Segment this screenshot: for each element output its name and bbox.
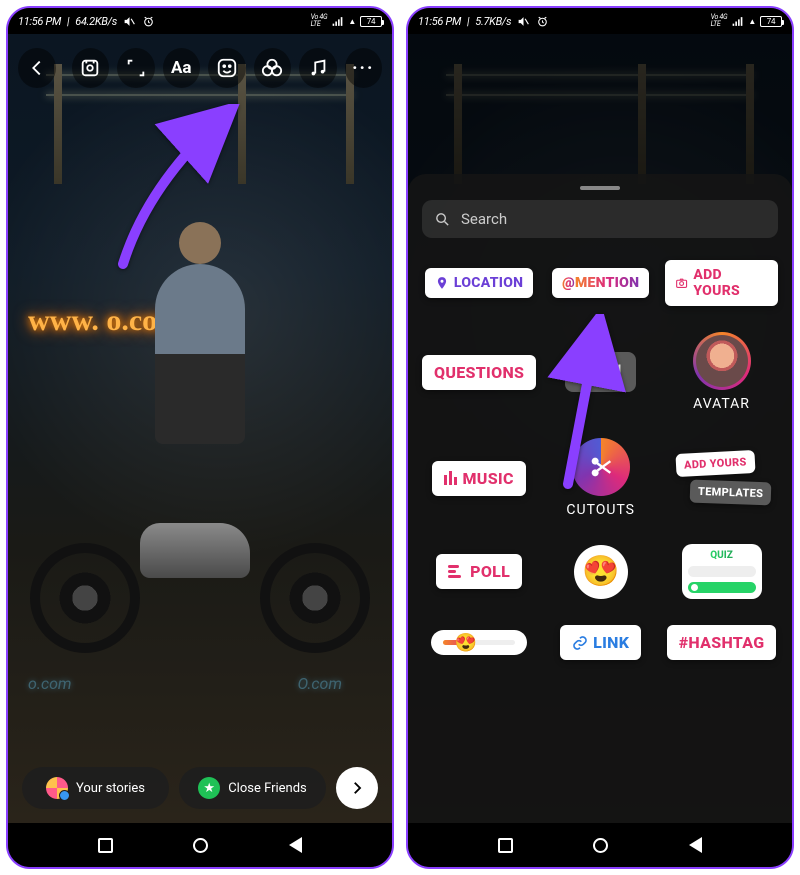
recent-apps-button[interactable] [98, 838, 113, 853]
editor-toolbar: Aa ··· [18, 48, 382, 88]
story-canvas[interactable]: www. o.com o.com O.com Aa [8, 34, 392, 823]
your-stories-button[interactable]: Your stories [22, 767, 169, 809]
story-photo: www. o.com o.com O.com [8, 34, 392, 823]
scissors-icon [572, 438, 630, 496]
your-stories-label: Your stories [76, 781, 145, 796]
search-icon [434, 211, 451, 228]
heart-eyes-emoji-icon: 😍 [454, 632, 476, 653]
effects-button[interactable] [254, 48, 292, 88]
story-avatar-icon [46, 777, 68, 799]
reflection-text: O.com [297, 674, 342, 693]
sticker-poll[interactable]: POLL [436, 554, 522, 589]
sticker-music[interactable]: MUSIC [432, 461, 525, 496]
avatar-icon [693, 332, 751, 390]
back-button[interactable] [18, 48, 56, 88]
android-nav-bar [8, 823, 392, 867]
text-button[interactable]: Aa [163, 48, 201, 88]
poll-bars-icon [448, 565, 461, 578]
alarm-icon [142, 15, 155, 28]
link-icon [572, 635, 588, 651]
status-bar: 11:56 PM | 5.7KB/s Vo 4GLTE ▲ 74 [408, 8, 792, 34]
sticker-quiz[interactable]: QUIZ [682, 544, 762, 599]
sticker-cutouts[interactable]: CUTOUTS [566, 438, 635, 518]
boomerang-button[interactable] [72, 48, 110, 88]
sticker-emoji[interactable]: 😍 [574, 545, 628, 599]
sticker-grid: LOCATION @MENTION ADD YOURS QUESTIONS GI [422, 260, 778, 660]
more-button[interactable]: ··· [345, 48, 383, 88]
sticker-avatar[interactable]: AVATAR [693, 332, 751, 412]
sticker-search[interactable]: Search [422, 200, 778, 238]
home-button[interactable] [193, 838, 208, 853]
android-nav-bar [408, 823, 792, 867]
story-canvas-dimmed: Search LOCATION @MENTION ADD YOURS QUEST… [408, 34, 792, 823]
next-button[interactable] [336, 767, 378, 809]
battery-indicator: 74 [360, 16, 382, 27]
status-net-speed: 5.7KB/s [475, 15, 511, 28]
status-time: 11:56 PM [18, 15, 61, 28]
close-friends-label: Close Friends [228, 781, 307, 796]
status-time: 11:56 PM [418, 15, 461, 28]
recent-apps-button[interactable] [498, 838, 513, 853]
sticker-link[interactable]: LINK [560, 625, 641, 660]
close-friends-button[interactable]: ★ Close Friends [179, 767, 326, 809]
status-net-speed: 64.2KB/s [75, 15, 117, 28]
mute-icon [123, 15, 136, 28]
heart-eyes-emoji-icon: 😍 [582, 554, 619, 589]
pin-icon [435, 276, 449, 290]
share-bar: Your stories ★ Close Friends [22, 767, 378, 809]
person-silhouette [155, 264, 245, 444]
sticker-tray[interactable]: Search LOCATION @MENTION ADD YOURS QUEST… [408, 174, 792, 823]
home-button[interactable] [593, 838, 608, 853]
sticker-templates[interactable]: ADD YOURS TEMPLATES [672, 452, 772, 504]
sticker-mention[interactable]: @MENTION [552, 268, 649, 298]
sticker-questions[interactable]: QUESTIONS [422, 355, 536, 390]
sticker-button[interactable] [208, 48, 246, 88]
phone-right-sticker-tray: 11:56 PM | 5.7KB/s Vo 4GLTE ▲ 74 Search [406, 6, 794, 869]
reflection-text: o.com [28, 674, 72, 693]
sticker-add-yours[interactable]: ADD YOURS [665, 260, 778, 306]
sticker-location[interactable]: LOCATION [425, 268, 533, 298]
back-nav-button[interactable] [689, 837, 702, 853]
status-bar: 11:56 PM | 64.2KB/s Vo 4GLTE ▲ 74 [8, 8, 392, 34]
sticker-slider[interactable]: 😍 [431, 630, 527, 655]
back-nav-button[interactable] [289, 837, 302, 853]
signal-icon [331, 15, 344, 28]
sticker-hashtag[interactable]: #HASHTAG [667, 625, 777, 660]
camera-icon [675, 276, 688, 290]
chevron-right-icon [348, 779, 366, 797]
motorcycle [40, 503, 360, 653]
drag-handle[interactable] [580, 186, 620, 190]
mute-icon [517, 15, 530, 28]
phone-left-story-editor: 11:56 PM | 64.2KB/s Vo 4GLTE ▲ 74 www. o… [6, 6, 394, 869]
music-button[interactable] [299, 48, 337, 88]
battery-indicator: 74 [760, 16, 782, 27]
search-placeholder: Search [461, 210, 507, 228]
close-friends-icon: ★ [198, 777, 220, 799]
search-icon [579, 363, 597, 381]
sticker-gif[interactable]: GI [565, 352, 636, 392]
signal-icon [731, 15, 744, 28]
alarm-icon [536, 15, 549, 28]
crop-button[interactable] [117, 48, 155, 88]
equalizer-icon [444, 471, 457, 485]
